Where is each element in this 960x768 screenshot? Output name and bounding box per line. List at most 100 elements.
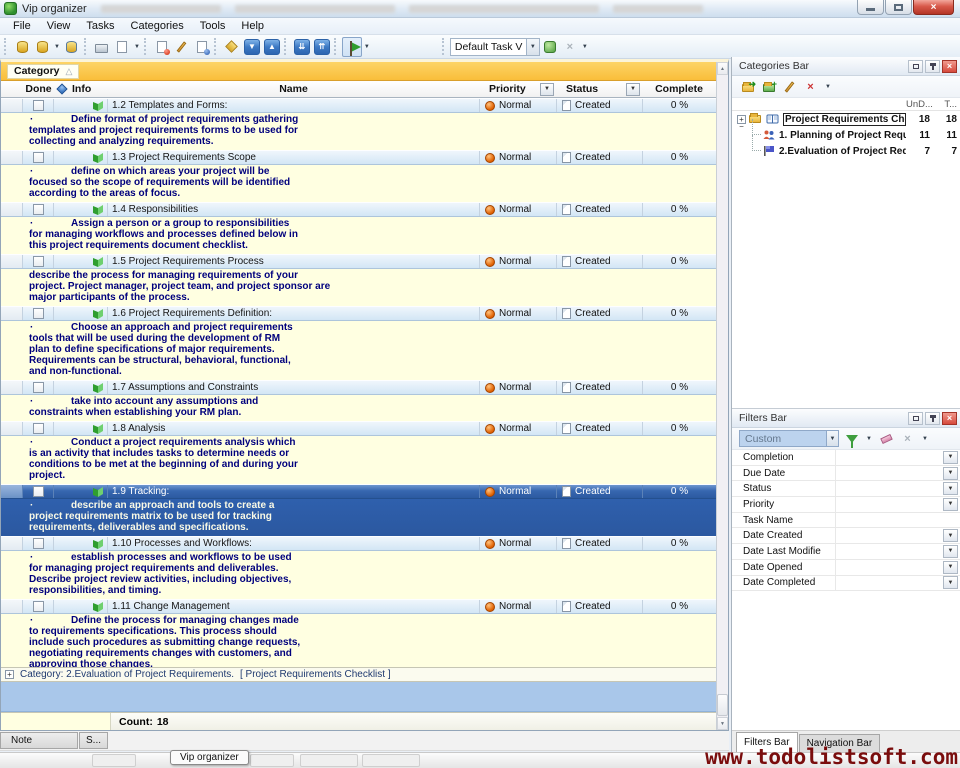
task-name[interactable]: 1.10 Processes and Workflows:	[108, 537, 479, 550]
clear-view-button[interactable]: ×	[560, 37, 580, 57]
task-row[interactable]: 1.4 Responsibilities Normal Created 0 %	[1, 202, 716, 217]
task-row[interactable]: 1.7 Assumptions and Constraints Normal C…	[1, 380, 716, 395]
task-priority-cell[interactable]: Normal	[479, 422, 556, 435]
task-status-cell[interactable]: Created	[556, 99, 642, 112]
apply-view-button[interactable]	[540, 37, 560, 57]
task-name[interactable]: 1.9 Tracking:	[108, 485, 479, 498]
task-row[interactable]: 1.10 Processes and Workflows: Normal Cre…	[1, 536, 716, 551]
group-by-chip[interactable]: Category △	[7, 64, 79, 79]
task-priority-cell[interactable]: Normal	[479, 381, 556, 394]
close-button[interactable]: ×	[913, 0, 954, 15]
task-name[interactable]: 1.2 Templates and Forms:	[108, 99, 479, 112]
category-tree-row[interactable]: 2.Evaluation of Project Requir 7 7	[732, 143, 960, 159]
task-status-cell[interactable]: Created	[556, 600, 642, 613]
task-description-row[interactable]: take into account any assumptions and co…	[1, 395, 716, 421]
filters-restore-button[interactable]	[908, 412, 923, 425]
category-tree-row[interactable]: 1. Planning of Project Require 11 11	[732, 127, 960, 143]
task-row[interactable]: 1.2 Templates and Forms: Normal Created …	[1, 98, 716, 113]
filter-preset-dropdown-icon[interactable]: ▼	[826, 431, 838, 446]
filter-dropdown-icon[interactable]: ▼	[943, 498, 958, 511]
toolbar-overflow-caret-icon[interactable]: ▼	[582, 44, 588, 50]
filters-pin-button[interactable]	[925, 412, 940, 425]
task-name[interactable]: 1.6 Project Requirements Definition:	[108, 307, 479, 320]
done-column-header[interactable]: Done	[23, 83, 54, 95]
task-description-row[interactable]: Assign a person or a group to responsibi…	[1, 217, 716, 254]
open-database-button[interactable]	[32, 37, 52, 57]
done-cell[interactable]	[23, 307, 54, 320]
total-column-header[interactable]: T...	[933, 99, 960, 110]
done-cell[interactable]	[23, 255, 54, 268]
task-description-row[interactable]: describe an approach and tools to create…	[1, 499, 716, 536]
name-column-header[interactable]: Name	[108, 83, 479, 95]
done-checkbox[interactable]	[33, 100, 44, 111]
task-name[interactable]: 1.5 Project Requirements Process	[108, 255, 479, 268]
scroll-up-icon[interactable]: ▲	[717, 62, 728, 75]
expand-group-icon[interactable]	[5, 670, 14, 679]
priority-filter-dropdown-icon[interactable]: ▼	[540, 83, 554, 96]
task-priority-cell[interactable]: Normal	[479, 307, 556, 320]
scrollbar-thumb[interactable]	[717, 694, 728, 716]
clear-filter-button[interactable]	[878, 431, 895, 447]
task-status-cell[interactable]: Created	[556, 485, 642, 498]
task-description-row[interactable]: Choose an approach and project requireme…	[1, 321, 716, 380]
priority-column-header[interactable]: Priority ▼	[479, 83, 556, 96]
done-cell[interactable]	[23, 537, 54, 550]
status-column-header[interactable]: Status ▼	[556, 83, 642, 96]
task-name[interactable]: 1.3 Project Requirements Scope	[108, 151, 479, 164]
category-tree-row[interactable]: − Project Requirements Checklis 18 18	[732, 111, 960, 127]
note-tab[interactable]: Note	[0, 732, 78, 749]
task-name[interactable]: 1.8 Analysis	[108, 422, 479, 435]
done-cell[interactable]	[23, 151, 54, 164]
label-button[interactable]	[222, 37, 242, 57]
task-name[interactable]: 1.11 Change Management	[108, 600, 479, 613]
move-down-button[interactable]: ▼	[242, 37, 262, 57]
done-checkbox[interactable]	[33, 601, 44, 612]
minimize-button[interactable]	[857, 0, 884, 15]
task-priority-cell[interactable]: Normal	[479, 151, 556, 164]
move-up-button[interactable]: ▲	[262, 37, 282, 57]
filter-dropdown-icon[interactable]: ▼	[943, 451, 958, 464]
edit-category-button[interactable]	[781, 79, 798, 95]
task-status-cell[interactable]: Created	[556, 151, 642, 164]
task-status-cell[interactable]: Created	[556, 203, 642, 216]
info-column-header[interactable]: Info	[70, 83, 108, 95]
menu-categories[interactable]: Categories	[123, 19, 192, 33]
filter-preset-combo[interactable]: Custom ▼	[739, 430, 839, 447]
done-checkbox[interactable]	[33, 308, 44, 319]
task-description-row[interactable]: Define format of project requirements ga…	[1, 113, 716, 150]
task-description-row[interactable]: establish processes and workflows to be …	[1, 551, 716, 599]
s-tab[interactable]: S...	[79, 732, 108, 749]
filters-close-button[interactable]: ×	[942, 412, 957, 425]
menu-file[interactable]: File	[5, 19, 39, 33]
menu-tasks[interactable]: Tasks	[78, 19, 122, 33]
done-checkbox[interactable]	[33, 382, 44, 393]
status-filter-dropdown-icon[interactable]: ▼	[626, 83, 640, 96]
done-cell[interactable]	[23, 203, 54, 216]
done-cell[interactable]	[23, 381, 54, 394]
menu-tools[interactable]: Tools	[192, 19, 234, 33]
delete-category-button[interactable]: ×	[802, 79, 819, 95]
category-label[interactable]: Project Requirements Checklis	[783, 113, 906, 126]
task-row[interactable]: 1.5 Project Requirements Process Normal …	[1, 254, 716, 269]
task-priority-cell[interactable]: Normal	[479, 99, 556, 112]
undone-column-header[interactable]: UnD...	[906, 99, 933, 110]
delete-filter-button[interactable]: ×	[899, 431, 916, 447]
task-status-cell[interactable]: Created	[556, 255, 642, 268]
task-description-row[interactable]: define on which areas your project will …	[1, 165, 716, 202]
print-preview-button[interactable]	[112, 37, 132, 57]
move-bottom-button[interactable]: ⇊	[292, 37, 312, 57]
edit-task-button[interactable]	[172, 37, 192, 57]
task-priority-cell[interactable]: Normal	[479, 255, 556, 268]
task-priority-cell[interactable]: Normal	[479, 537, 556, 550]
filter-dropdown-icon[interactable]: ▼	[943, 545, 958, 558]
done-checkbox[interactable]	[33, 486, 44, 497]
taskbar-app-button[interactable]: Vip organizer	[170, 750, 249, 765]
done-cell[interactable]	[23, 422, 54, 435]
new-subcategory-button[interactable]: +	[760, 79, 777, 95]
print-button[interactable]	[92, 37, 112, 57]
collapse-tree-icon[interactable]: −	[737, 115, 746, 124]
new-database-button[interactable]	[12, 37, 32, 57]
done-checkbox[interactable]	[33, 152, 44, 163]
task-description-row[interactable]: describe the process for managing requir…	[1, 269, 716, 306]
task-description-row[interactable]: Conduct a project requirements analysis …	[1, 436, 716, 484]
